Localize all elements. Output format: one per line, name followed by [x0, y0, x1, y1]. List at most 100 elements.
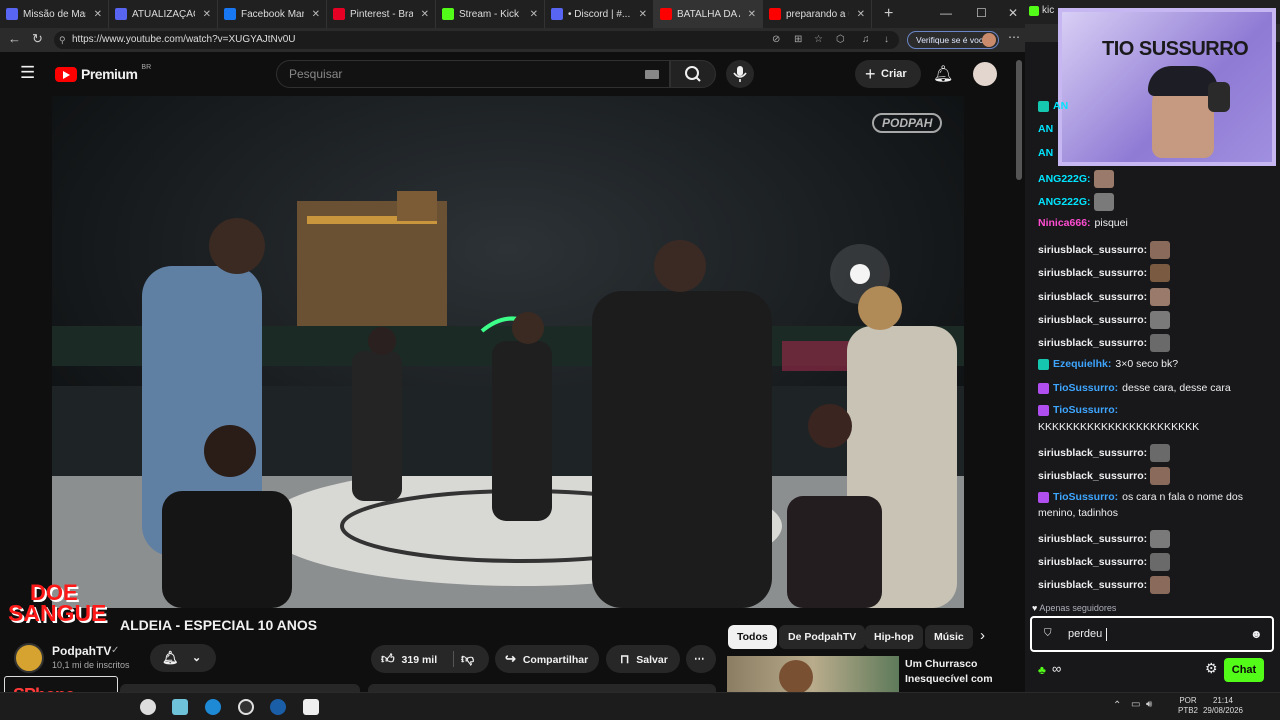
comment-box[interactable]	[368, 684, 716, 692]
chat-settings-icon[interactable]: ⚙	[1205, 660, 1218, 677]
tab-close-icon[interactable]: ✕	[530, 9, 538, 20]
chat-username[interactable]: siriusblack_sussurro:	[1038, 533, 1147, 545]
description-box[interactable]	[120, 684, 360, 692]
search-input[interactable]: Pesquisar	[276, 60, 670, 88]
tab-close-icon[interactable]: ✕	[639, 9, 647, 20]
url-field[interactable]: ⚲ https://www.youtube.com/watch?v=XUGYAJ…	[54, 31, 899, 49]
tab-close-icon[interactable]: ✕	[857, 9, 865, 20]
tab-close-icon[interactable]: ✕	[312, 9, 320, 20]
site-info-icon[interactable]: ⚲	[59, 31, 66, 49]
hamburger-menu-icon[interactable]: ☰	[20, 63, 35, 83]
volume-icon[interactable]: 🔊︎	[1146, 699, 1152, 710]
browser-tab[interactable]: Missão de Masmorra ✕	[0, 0, 109, 28]
chips-next-icon[interactable]: ›	[980, 627, 985, 644]
tab-close-icon[interactable]: ✕	[748, 9, 756, 20]
chat-username[interactable]: siriusblack_sussurro:	[1038, 470, 1147, 482]
chat-username[interactable]: ANG222G:	[1038, 173, 1091, 185]
subscribe-notification-button[interactable]: 🔔︎ ⌄	[150, 644, 216, 672]
chat-username[interactable]: siriusblack_sussurro:	[1038, 244, 1147, 256]
emoji-picker-icon[interactable]: ☻	[1250, 627, 1263, 641]
reader-mode-icon[interactable]: ⊘	[772, 31, 780, 49]
capcut-icon[interactable]	[303, 699, 319, 715]
taskbar-app-icon[interactable]	[140, 699, 156, 715]
steam-icon[interactable]	[270, 699, 286, 715]
tray-chevron-icon[interactable]: ⌃	[1113, 700, 1121, 711]
browser-tab[interactable]: preparando a última ✕	[763, 0, 872, 28]
clock[interactable]: 21:14 29/08/2026	[1201, 696, 1245, 716]
download-icon[interactable]: ↓	[884, 31, 889, 49]
page-scrollbar[interactable]	[1016, 60, 1022, 180]
browser-menu-icon[interactable]: ⋯	[1008, 30, 1020, 44]
browser-tab[interactable]: Pinterest - Brasil ✕	[327, 0, 436, 28]
notifications-bell-icon[interactable]: 🔔︎	[933, 64, 953, 84]
like-button[interactable]: 👍︎ 319 mil	[381, 645, 449, 673]
browser-tab[interactable]: Facebook Marketplace ✕	[218, 0, 327, 28]
favorite-star-icon[interactable]: ☆	[814, 31, 823, 49]
create-button[interactable]: + Criar	[855, 60, 921, 88]
more-actions-button[interactable]: ⋯	[686, 645, 716, 673]
kick-chat-panel: kic TIO SUSSURRO AN AN AN ANG222G: ANG222G: N…	[1025, 0, 1280, 692]
chat-username[interactable]: AN	[1053, 100, 1068, 112]
chat-username[interactable]: TioSussurro:	[1053, 382, 1118, 394]
chat-username[interactable]: siriusblack_sussurro:	[1038, 314, 1147, 326]
kick-points-icon[interactable]: ♣	[1038, 663, 1046, 677]
chat-username[interactable]: siriusblack_sussurro:	[1038, 556, 1147, 568]
browser-tab[interactable]: BATALHA DA AL ✕	[654, 0, 763, 28]
related-video-title-2[interactable]: Inesquecível com	[905, 673, 993, 685]
dislike-button[interactable]: 👎︎	[461, 645, 474, 674]
close-window-button[interactable]: ✕	[1008, 6, 1018, 20]
tab-close-icon[interactable]: ✕	[421, 9, 429, 20]
related-video-thumbnail[interactable]	[727, 656, 899, 692]
chat-username[interactable]: Ninica666:	[1038, 217, 1091, 229]
keyboard-icon[interactable]	[645, 70, 659, 79]
new-tab-button[interactable]: +	[884, 5, 893, 23]
chat-username[interactable]: TioSussurro:	[1053, 404, 1118, 416]
chip-todos[interactable]: Todos	[728, 625, 777, 649]
chat-username[interactable]: AN	[1038, 147, 1053, 159]
chat-username[interactable]: siriusblack_sussurro:	[1038, 337, 1147, 349]
chat-username[interactable]: siriusblack_sussurro:	[1038, 579, 1147, 591]
maximize-button[interactable]: ☐	[976, 6, 987, 20]
save-button[interactable]: ⊓ Salvar	[606, 645, 680, 673]
channel-name[interactable]: PodpahTV	[52, 644, 111, 658]
back-icon[interactable]: ←	[8, 31, 21, 46]
chip-hip-hop[interactable]: Hip-hop	[865, 625, 923, 649]
taskbar-app-icon[interactable]	[172, 699, 188, 715]
chat-tab-label[interactable]: kic	[1042, 5, 1054, 16]
browser-tab[interactable]: • Discord | #...| ch ✕	[545, 0, 654, 28]
tab-close-icon[interactable]: ✕	[94, 9, 102, 20]
chat-username[interactable]: ANG222G:	[1038, 196, 1091, 208]
extensions-icon[interactable]: ⬡	[836, 31, 845, 49]
chat-input-box[interactable]: ⛉ perdeu ☻	[1030, 616, 1274, 652]
chat-username[interactable]: TioSussurro:	[1053, 491, 1118, 503]
browser-tab[interactable]: ATUALIZAÇÃO 2.0 [N ✕	[109, 0, 218, 28]
chat-username[interactable]: AN	[1038, 123, 1053, 135]
minimize-button[interactable]: —	[940, 6, 952, 20]
chat-username[interactable]: siriusblack_sussurro:	[1038, 291, 1147, 303]
chat-username[interactable]: siriusblack_sussurro:	[1038, 267, 1147, 279]
account-avatar[interactable]	[973, 62, 997, 86]
network-icon[interactable]: ▭	[1131, 699, 1140, 710]
chip-de-podpahtv[interactable]: De PodpahTV	[779, 625, 866, 649]
browser-tab[interactable]: Stream - Kick D ✕	[436, 0, 545, 28]
search-button[interactable]	[670, 60, 716, 88]
youtube-logo[interactable]: Premium BR	[55, 64, 151, 82]
share-button[interactable]: ↪ Compartilhar	[495, 645, 599, 673]
media-icon[interactable]: ♫	[862, 31, 870, 49]
channel-avatar[interactable]	[14, 643, 44, 673]
chat-send-button[interactable]: Chat	[1224, 658, 1264, 682]
voice-search-button[interactable]	[726, 60, 754, 88]
related-video-title-1[interactable]: Um Churrasco	[905, 658, 977, 670]
reload-icon[interactable]: ↻	[32, 31, 43, 47]
chrome-browser-icon[interactable]	[238, 699, 254, 715]
language-indicator[interactable]: POR PTB2	[1178, 696, 1198, 716]
chat-username[interactable]: Ezequielhk:	[1053, 358, 1111, 370]
chat-username[interactable]: siriusblack_sussurro:	[1038, 447, 1147, 459]
edge-browser-icon[interactable]	[205, 699, 221, 715]
tab-close-icon[interactable]: ✕	[203, 9, 211, 20]
profile-avatar[interactable]	[982, 33, 996, 47]
verify-identity-button[interactable]: Verifique se é você	[907, 31, 999, 49]
video-player[interactable]: PODPAH	[52, 96, 964, 608]
chip-musica[interactable]: Músic	[925, 625, 973, 649]
tab-action-icon[interactable]: ⊞	[794, 31, 802, 49]
